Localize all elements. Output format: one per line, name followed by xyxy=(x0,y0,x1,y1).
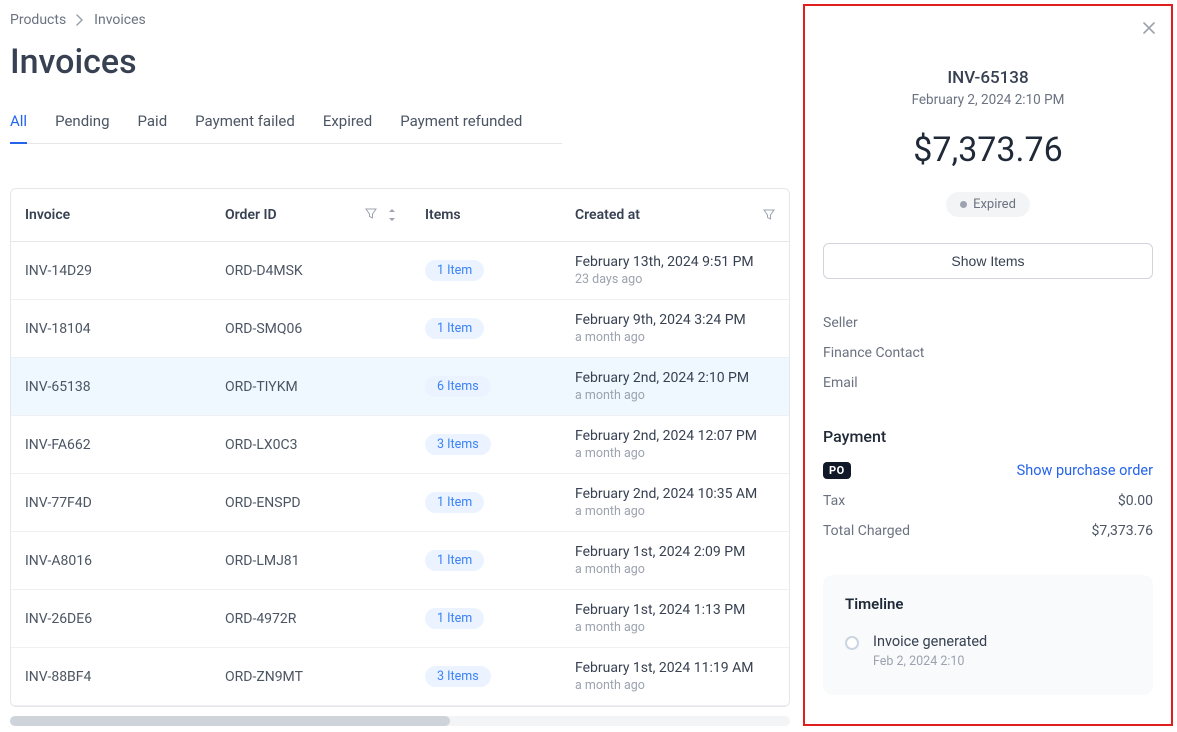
show-purchase-order-link[interactable]: Show purchase order xyxy=(1017,462,1153,479)
timeline-card: Timeline Invoice generated Feb 2, 2024 2:… xyxy=(823,575,1153,695)
items-pill: 1 Item xyxy=(425,608,484,629)
tab-all[interactable]: All xyxy=(10,106,27,144)
filter-icon[interactable] xyxy=(365,208,377,222)
cell-order: ORD-D4MSK xyxy=(211,242,411,300)
cell-invoice: INV-FA662 xyxy=(11,416,211,474)
cell-invoice: INV-26DE6 xyxy=(11,590,211,648)
cell-items: 1 Item xyxy=(411,300,561,358)
cell-items: 1 Item xyxy=(411,242,561,300)
items-pill: 6 Items xyxy=(425,376,491,397)
po-badge: PO xyxy=(823,462,851,479)
table-row[interactable]: INV-FA662ORD-LX0C3 3 Items February 2nd, 2… xyxy=(11,416,789,474)
close-icon[interactable] xyxy=(1141,20,1157,36)
breadcrumb-root[interactable]: Products xyxy=(10,12,66,28)
table-row[interactable]: INV-26DE6ORD-4972R 1 Item February 1st, 20… xyxy=(11,590,789,648)
items-pill: 3 Items xyxy=(425,666,491,687)
total-charged-value: $7,373.76 xyxy=(1091,523,1153,539)
email-label: Email xyxy=(823,375,1153,391)
cell-items: 1 Item xyxy=(411,474,561,532)
cell-created: February 2nd, 2024 10:35 AMa month ago xyxy=(561,474,789,532)
cell-items: 3 Items xyxy=(411,416,561,474)
cell-order: ORD-TIYKM xyxy=(211,358,411,416)
show-items-button[interactable]: Show Items xyxy=(823,243,1153,279)
cell-items: 6 Items xyxy=(411,358,561,416)
timeline-dot-icon xyxy=(845,636,859,650)
table-row[interactable]: INV-65138ORD-TIYKM 6 Items February 2nd, 2… xyxy=(11,358,789,416)
timeline-item-title: Invoice generated xyxy=(873,633,987,650)
invoices-table: Invoice Order ID xyxy=(10,188,790,707)
cell-order: ORD-LX0C3 xyxy=(211,416,411,474)
items-pill: 3 Items xyxy=(425,434,491,455)
timeline-title: Timeline xyxy=(845,595,1131,613)
breadcrumb: Products Invoices xyxy=(10,12,790,28)
items-pill: 1 Item xyxy=(425,492,484,513)
panel-invoice-amount: $7,373.76 xyxy=(823,130,1153,170)
scrollbar-thumb[interactable] xyxy=(10,716,450,726)
cell-order: ORD-LMJ81 xyxy=(211,532,411,590)
payment-section-title: Payment xyxy=(823,427,1153,446)
items-pill: 1 Item xyxy=(425,550,484,571)
cell-created: February 2nd, 2024 12:07 PMa month ago xyxy=(561,416,789,474)
cell-created: February 13th, 2024 9:51 PM23 days ago xyxy=(561,242,789,300)
th-created-label: Created at xyxy=(575,207,640,223)
cell-order: ORD-4972R xyxy=(211,590,411,648)
seller-label: Seller xyxy=(823,315,1153,331)
th-created[interactable]: Created at xyxy=(561,189,789,242)
cell-invoice: INV-77F4D xyxy=(11,474,211,532)
panel-invoice-id: INV-65138 xyxy=(823,68,1153,88)
th-order-label: Order ID xyxy=(225,207,277,223)
tax-label: Tax xyxy=(823,493,845,509)
status-label: Expired xyxy=(973,197,1016,212)
th-invoice[interactable]: Invoice xyxy=(11,189,211,242)
cell-created: February 2nd, 2024 2:10 PMa month ago xyxy=(561,358,789,416)
cell-items: 3 Items xyxy=(411,648,561,706)
timeline-item: Invoice generated Feb 2, 2024 2:10 xyxy=(845,633,1131,669)
breadcrumb-current: Invoices xyxy=(94,12,146,28)
filter-icon[interactable] xyxy=(763,209,775,221)
tab-paid[interactable]: Paid xyxy=(138,106,168,144)
cell-invoice: INV-88BF4 xyxy=(11,648,211,706)
horizontal-scrollbar[interactable] xyxy=(10,716,790,726)
items-pill: 1 Item xyxy=(425,318,484,339)
cell-created: February 1st, 2024 2:09 PMa month ago xyxy=(561,532,789,590)
invoice-detail-panel: INV-65138 February 2, 2024 2:10 PM $7,37… xyxy=(803,4,1173,726)
cell-created: February 1st, 2024 11:19 AMa month ago xyxy=(561,648,789,706)
cell-created: February 9th, 2024 3:24 PMa month ago xyxy=(561,300,789,358)
th-invoice-label: Invoice xyxy=(25,207,70,223)
tab-payment-failed[interactable]: Payment failed xyxy=(195,106,295,144)
cell-invoice: INV-A8016 xyxy=(11,532,211,590)
table-row[interactable]: INV-18104ORD-SMQ06 1 Item February 9th, 20… xyxy=(11,300,789,358)
table-row[interactable]: INV-A8016ORD-LMJ81 1 Item February 1st, 20… xyxy=(11,532,789,590)
table-row[interactable]: INV-77F4DORD-ENSPD 1 Item February 2nd, 20… xyxy=(11,474,789,532)
status-dot-icon xyxy=(960,201,967,208)
page-title: Invoices xyxy=(10,42,790,82)
timeline-item-date: Feb 2, 2024 2:10 xyxy=(873,654,987,669)
cell-order: ORD-SMQ06 xyxy=(211,300,411,358)
cell-invoice: INV-65138 xyxy=(11,358,211,416)
cell-order: ORD-ZN9MT xyxy=(211,648,411,706)
status-badge: Expired xyxy=(946,192,1030,217)
cell-order: ORD-ENSPD xyxy=(211,474,411,532)
finance-contact-label: Finance Contact xyxy=(823,345,1153,361)
tax-value: $0.00 xyxy=(1118,493,1153,509)
table-row[interactable]: INV-14D29ORD-D4MSK 1 Item February 13th, 2… xyxy=(11,242,789,300)
cell-items: 1 Item xyxy=(411,590,561,648)
tab-pending[interactable]: Pending xyxy=(55,106,109,144)
cell-invoice: INV-14D29 xyxy=(11,242,211,300)
cell-created: February 1st, 2024 1:13 PMa month ago xyxy=(561,590,789,648)
cell-invoice: INV-18104 xyxy=(11,300,211,358)
tab-payment-refunded[interactable]: Payment refunded xyxy=(400,106,522,144)
panel-invoice-date: February 2, 2024 2:10 PM xyxy=(823,92,1153,108)
tab-expired[interactable]: Expired xyxy=(323,106,372,144)
th-items-label: Items xyxy=(425,207,461,223)
table-row[interactable]: INV-88BF4ORD-ZN9MT 3 Items February 1st, 2… xyxy=(11,648,789,706)
th-order[interactable]: Order ID xyxy=(211,189,411,242)
chevron-right-icon xyxy=(76,14,84,26)
total-charged-label: Total Charged xyxy=(823,523,910,539)
items-pill: 1 Item xyxy=(425,260,484,281)
th-items[interactable]: Items xyxy=(411,189,561,242)
cell-items: 1 Item xyxy=(411,532,561,590)
sort-icon[interactable] xyxy=(387,208,397,222)
tabs: All Pending Paid Payment failed Expired Payme… xyxy=(10,106,562,144)
